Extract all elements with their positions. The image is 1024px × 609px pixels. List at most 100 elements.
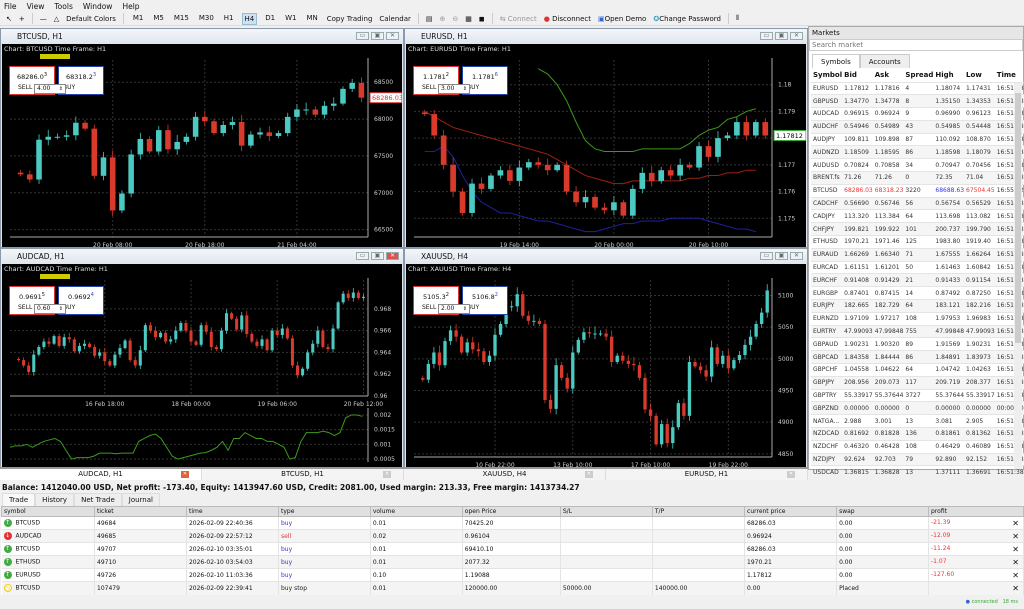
change-password-button[interactable]: ✪Change Password (653, 15, 721, 23)
timeframe-w1[interactable]: W1 (283, 13, 298, 25)
close-button[interactable]: ✕ (790, 32, 803, 40)
maximize-button[interactable]: ▣ (371, 252, 384, 260)
search-market-input[interactable] (809, 39, 1023, 51)
column-header[interactable]: swap (836, 506, 929, 517)
market-row[interactable]: GBPAUD 1.90231 1.90320 89 1.91569 1.90231 16:5… (811, 337, 1024, 351)
stepper-arrows-icon[interactable]: ⇕ (463, 85, 467, 93)
column-header[interactable]: open Price (461, 506, 561, 517)
market-row[interactable]: EURAUD 1.66269 1.66340 71 1.67555 1.66264 16:5… (811, 247, 1024, 262)
maximize-button[interactable]: ▣ (371, 32, 384, 40)
market-row[interactable]: AUDUSD 0.70824 0.70858 34 0.70947 0.70456 16:5… (811, 158, 1024, 172)
timeframe-h1[interactable]: H1 (222, 13, 236, 25)
close-tab-icon[interactable]: ✕ (181, 471, 189, 478)
market-row[interactable]: NATGA... 2.988 3.001 13 3.081 2.905 16:51:38 (811, 414, 1024, 428)
market-row[interactable]: GBPCHF 1.04558 1.04622 64 1.04742 1.04263 16:5… (811, 363, 1024, 377)
maximize-button[interactable]: ▣ (775, 252, 788, 260)
tab-history[interactable]: History (35, 493, 75, 507)
minimize-button[interactable]: ▭ (760, 252, 773, 260)
lot-size-stepper[interactable]: 0.60 ⇕ (34, 304, 66, 314)
stepper-arrows-icon[interactable]: ⇕ (463, 305, 467, 313)
market-row[interactable]: BRENT.fs 71.26 71.26 0 72.35 71.04 16:51:38 (811, 171, 1024, 185)
market-row[interactable]: EURTRY 47.99093 47.99848 755 47.99848 47.9909… (811, 324, 1024, 338)
market-row[interactable]: CADJPY 113.320 113.384 64 113.698 113.082 16:5… (811, 209, 1024, 223)
bar-chart-icon[interactable]: ⫴ (736, 14, 739, 23)
column-header[interactable]: Symbol (811, 68, 842, 82)
connect-button[interactable]: ⇆ Connect (500, 15, 537, 23)
close-position-icon[interactable]: ✕ (1012, 571, 1019, 580)
tab-accounts[interactable]: Accounts (859, 54, 910, 68)
chart-tab[interactable]: XAUUSD, H4 ✕ (404, 469, 606, 480)
trade-row[interactable]: ↑ EURUSD 49726 2026-02-10 11:03:36 buy 0.10 1.… (1, 568, 1024, 582)
column-header[interactable]: type (278, 506, 371, 517)
column-header[interactable]: current price (744, 506, 838, 517)
market-row[interactable]: NZDJPY 92.624 92.703 79 92.890 92.152 16:51:38 (811, 452, 1024, 466)
close-tab-icon[interactable]: ✕ (585, 471, 593, 478)
timeframe-d1[interactable]: D1 (263, 13, 277, 25)
trade-row[interactable]: ↑ BTCUSD 49707 2026-02-10 03:35:01 buy 0.01 69… (1, 542, 1024, 556)
tab-net-trade[interactable]: Net Trade (74, 493, 122, 507)
chart-plot[interactable]: 0.968 0.966 0.964 0.962 0.96 16 Feb 18:00 18 F… (2, 264, 402, 467)
minimize-button[interactable]: ▭ (760, 32, 773, 40)
timeframe-mn[interactable]: MN (304, 13, 319, 25)
market-row[interactable]: GBPJPY 208.956 209.073 117 209.719 208.377 16:… (811, 375, 1024, 390)
market-row[interactable]: GBPZND 0.00000 0.00000 0 0.00000 0.00000 00:00… (811, 401, 1024, 415)
market-row[interactable]: EURCAD 1.61151 1.61201 50 1.61463 1.60842 16:5… (811, 260, 1024, 274)
column-header[interactable]: ticket (94, 506, 187, 517)
column-header[interactable]: Low (964, 68, 995, 82)
chart-plot[interactable]: 1.181.1791.1781.1771.1761.17519 Feb 14:0… (406, 44, 806, 247)
tab-symbols[interactable]: Symbols (812, 54, 860, 68)
market-row[interactable]: EURJPY 182.665 182.729 64 183.121 182.216 16:5… (811, 299, 1024, 313)
menu-file[interactable]: File (4, 2, 17, 11)
stepper-arrows-icon[interactable]: ⇕ (59, 85, 63, 93)
menu-window[interactable]: Window (83, 2, 113, 11)
column-header[interactable]: Bid (842, 68, 873, 82)
tab-trade[interactable]: Trade (2, 493, 36, 507)
markets-scrollbar[interactable] (1014, 83, 1022, 469)
menu-tools[interactable]: Tools (54, 2, 72, 11)
close-tab-icon[interactable]: ✕ (383, 471, 391, 478)
close-button[interactable]: ✕ (386, 252, 399, 260)
timeframe-m15[interactable]: M15 (172, 13, 191, 25)
tile-icon[interactable]: ▦ (465, 15, 472, 23)
market-row[interactable]: EURNZD 1.97109 1.97217 108 1.97953 1.96983 16:… (811, 311, 1024, 326)
market-row[interactable]: AUDJPY 109.811 109.898 87 110.092 108.870 16:5… (811, 132, 1024, 146)
scrollbar-thumb[interactable] (1015, 93, 1021, 343)
lot-size-stepper[interactable]: 3.00 ⇕ (438, 84, 470, 94)
chart-tab[interactable]: AUDCAD, H1 ✕ (0, 469, 202, 480)
market-row[interactable]: AUDCHF 0.54946 0.54989 43 0.54985 0.54448 16:5… (811, 119, 1024, 134)
market-row[interactable]: NZDCAD 0.81692 0.81828 136 0.81861 0.81362 16:… (811, 427, 1024, 441)
trade-row[interactable]: ↑ BTCUSD 49684 2026-02-09 22:40:36 buy 0.01 70… (1, 516, 1024, 530)
minimize-button[interactable]: ▭ (356, 32, 369, 40)
market-row[interactable]: ETHUSD 1970.21 1971.46 125 1983.80 1919.40 16:… (811, 235, 1024, 249)
zoom-in-icon[interactable]: ⊕ (440, 15, 446, 23)
copy-trading-button[interactable]: Copy Trading (327, 15, 373, 23)
chart-tab[interactable]: EURUSD, H1 ✕ (606, 469, 808, 480)
market-row[interactable]: BTCUSD 68286.03 68318.23 3220 68688.63 67504.… (811, 183, 1024, 198)
default-colors-button[interactable]: Default Colors (66, 15, 116, 23)
lot-size-stepper[interactable]: 4.00 ⇕ (34, 84, 66, 94)
disconnect-button[interactable]: ● Disconnect (544, 15, 591, 23)
close-button[interactable]: ✕ (386, 32, 399, 40)
column-header[interactable]: volume (369, 506, 463, 517)
calendar-button[interactable]: Calendar (379, 15, 410, 23)
market-row[interactable]: GBPUSD 1.34770 1.34778 8 1.35150 1.34353 16:51… (811, 94, 1024, 108)
close-tab-icon[interactable]: ✕ (787, 471, 795, 478)
market-row[interactable]: EURGBP 0.87401 0.87415 14 0.87492 0.87250 16:5… (811, 286, 1024, 300)
chart-plot[interactable]: 68500 68000 67500 67000 66500 20 Feb 08:00 20 … (2, 44, 402, 247)
column-header[interactable]: symbol (1, 506, 95, 517)
pointer-tool-icon[interactable]: ↖ (6, 15, 12, 23)
column-header[interactable]: Time (995, 68, 1024, 82)
zoom-out-icon[interactable]: ⊖ (452, 15, 458, 23)
timeframe-m5[interactable]: M5 (151, 13, 166, 25)
close-position-icon[interactable]: ✕ (1012, 558, 1019, 567)
trade-row[interactable]: ◷ BTCUSD 107479 2026-02-09 22:39:41 buy stop… (1, 581, 1024, 595)
trade-row[interactable]: ↓ AUDCAD 49685 2026-02-09 22:57:12 sell 0.02 0… (1, 529, 1024, 543)
close-position-icon[interactable]: ✕ (1012, 532, 1019, 541)
market-row[interactable]: AUDCAD 0.96915 0.96924 9 0.96990 0.96123 16:51… (811, 107, 1024, 121)
close-position-icon[interactable]: ✕ (1012, 584, 1019, 593)
column-header[interactable]: S/L (559, 506, 653, 517)
timeframe-h4[interactable]: H4 (241, 12, 258, 25)
stepper-arrows-icon[interactable]: ⇕ (59, 305, 63, 313)
market-row[interactable]: GBPTRY 55.33917 55.37644 3727 55.37644 55.339… (811, 388, 1024, 402)
column-header[interactable]: T/P (651, 506, 746, 517)
